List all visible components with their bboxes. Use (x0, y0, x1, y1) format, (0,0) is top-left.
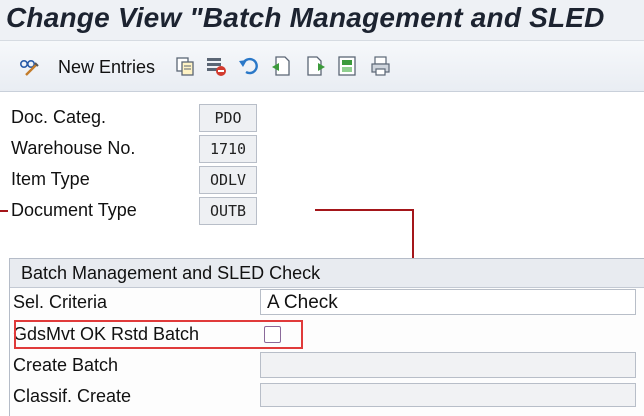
warehouse-no-label: Warehouse No. (11, 138, 136, 158)
create-batch-field[interactable] (260, 352, 636, 378)
doc-categ-label: Doc. Categ. (11, 107, 107, 127)
group-title: Batch Management and SLED Check (21, 263, 321, 283)
print-icon[interactable] (370, 55, 392, 77)
annotation-connector-horizontal (315, 209, 413, 211)
deselect-icon[interactable] (305, 55, 327, 77)
undo-icon[interactable] (238, 55, 260, 77)
document-type-label: Document Type (11, 200, 137, 220)
select-all-icon[interactable] (270, 55, 292, 77)
annotation-line-left (0, 210, 8, 212)
item-type-label: Item Type (11, 169, 90, 189)
classif-create-field[interactable] (260, 383, 636, 407)
sel-criteria-field[interactable]: A Check (260, 289, 636, 315)
page-title: Change View "Batch Management and SLED (6, 2, 605, 33)
title-bar: Change View "Batch Management and SLED (0, 0, 644, 41)
delete-icon[interactable] (205, 55, 227, 77)
annotation-connector-vertical (412, 209, 414, 259)
group-header: Batch Management and SLED Check (10, 259, 644, 288)
document-type-field[interactable]: OUTB (199, 197, 257, 225)
item-type-field[interactable]: ODLV (199, 166, 257, 194)
classif-create-label: Classif. Create (13, 386, 132, 406)
application-toolbar: New Entries (0, 41, 644, 92)
copy-icon[interactable] (174, 55, 196, 77)
doc-categ-field[interactable]: PDO (199, 104, 257, 132)
select-block-icon[interactable] (336, 55, 358, 77)
warehouse-no-field[interactable]: 1710 (199, 135, 257, 163)
sel-criteria-label: Sel. Criteria (13, 292, 108, 312)
highlight-box (14, 320, 303, 349)
glasses-pen-icon[interactable] (18, 55, 40, 77)
new-entries-button[interactable]: New Entries (58, 57, 155, 78)
create-batch-label: Create Batch (13, 355, 119, 375)
